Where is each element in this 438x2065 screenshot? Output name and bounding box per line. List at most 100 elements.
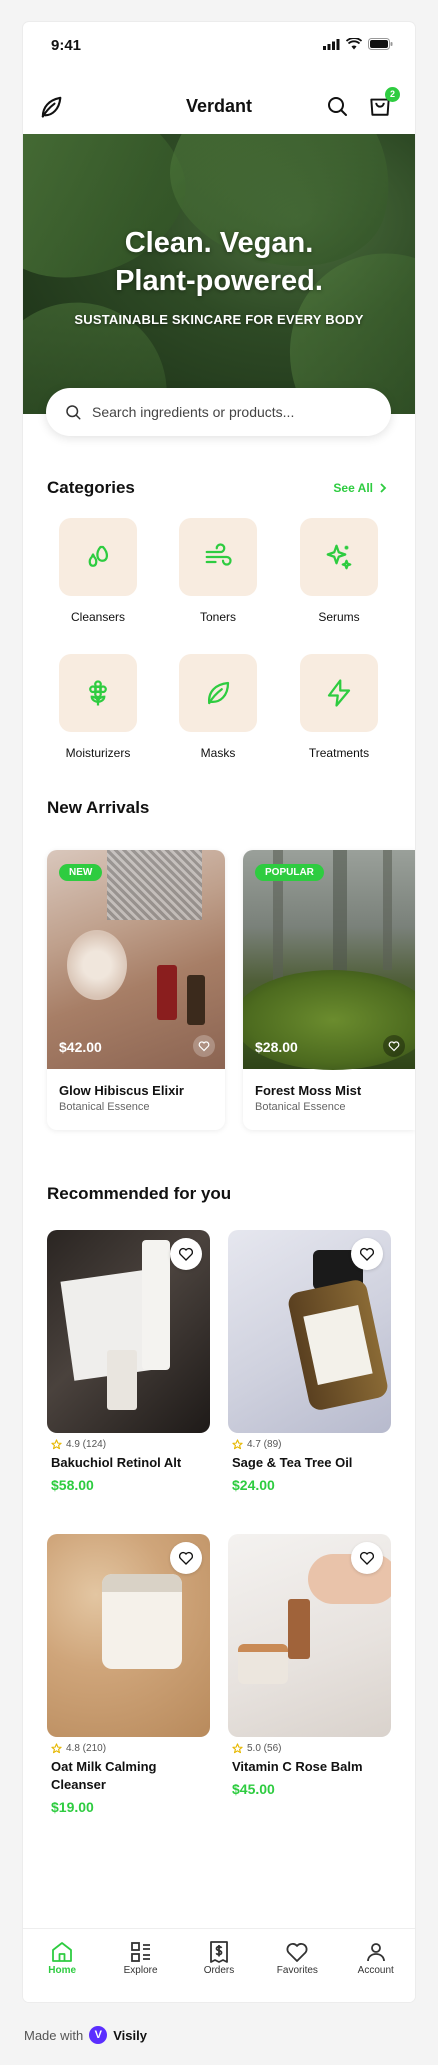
category-cleansers[interactable]: Cleansers	[48, 518, 148, 624]
category-tile	[59, 518, 137, 596]
home-icon	[52, 1942, 73, 1962]
made-with-footer[interactable]: Made with V Visily	[24, 2026, 147, 2044]
product-name: Forest Moss Mist	[255, 1083, 362, 1098]
receipt-icon	[210, 1941, 228, 1963]
product-price: $42.00	[59, 1039, 102, 1055]
status-bar: 9:41	[23, 22, 415, 68]
bottom-tab-bar: Home Explore Orders Favorites Account	[23, 1928, 415, 2002]
category-label: Moisturizers	[65, 746, 131, 760]
category-tile	[179, 518, 257, 596]
wifi-icon	[346, 38, 362, 50]
search-bar[interactable]	[46, 388, 391, 436]
search-icon[interactable]	[325, 94, 349, 123]
phone-screen: 9:41 Verdant 2 Clean. Vegan. Plant-power…	[23, 22, 415, 2002]
heart-icon	[198, 1041, 210, 1052]
new-badge: NEW	[59, 864, 103, 881]
category-tile	[300, 518, 378, 596]
product-price: $24.00	[232, 1477, 275, 1493]
heart-icon	[359, 1551, 375, 1565]
favorite-button[interactable]	[351, 1238, 383, 1270]
category-masks[interactable]: Masks	[168, 654, 268, 760]
app-title: Verdant	[185, 96, 253, 116]
flower-icon	[89, 680, 107, 706]
category-tile	[300, 654, 378, 732]
category-label: Toners	[199, 610, 237, 624]
popular-badge: POPULAR	[255, 864, 324, 881]
status-time: 9:41	[51, 37, 82, 54]
tab-explore[interactable]: Explore	[106, 1939, 176, 2002]
product-brand: Botanical Essence	[255, 1101, 346, 1113]
recommended-title: Recommended for you	[47, 1184, 232, 1203]
category-moisturizers[interactable]: Moisturizers	[48, 654, 148, 760]
wind-icon	[205, 543, 232, 566]
product-image: POPULAR $28.00	[243, 850, 415, 1070]
product-name: Glow Hibiscus Elixir	[59, 1083, 184, 1098]
app-header: Verdant 2	[23, 82, 415, 132]
see-all-label: See All	[333, 481, 373, 495]
favorite-button[interactable]	[193, 1035, 215, 1057]
tab-label: Orders	[203, 1965, 235, 1976]
tab-label: Explore	[123, 1965, 158, 1976]
star-icon	[51, 1439, 62, 1450]
cart-count-badge: 2	[385, 87, 400, 102]
product-image	[228, 1534, 391, 1737]
leaf-icon	[208, 681, 230, 705]
product-price: $19.00	[51, 1799, 94, 1815]
see-all-link[interactable]: See All	[333, 481, 387, 495]
product-image	[47, 1230, 210, 1433]
recommended-card[interactable]: 4.9 (124) Bakuchiol Retinol Alt $58.00	[47, 1230, 210, 1493]
tab-orders[interactable]: Orders	[184, 1939, 254, 2002]
favorite-button[interactable]	[351, 1542, 383, 1574]
chevron-right-icon	[380, 483, 387, 493]
product-rating: 5.0 (56)	[228, 1743, 391, 1754]
recommended-card[interactable]: 5.0 (56) Vitamin C Rose Balm $45.00	[228, 1534, 391, 1797]
category-treatments[interactable]: Treatments	[289, 654, 389, 760]
category-label: Serums	[318, 610, 360, 624]
rating-value: 5.0 (56)	[247, 1743, 282, 1754]
recommended-card[interactable]: 4.8 (210) Oat Milk Calming Cleanser $19.…	[47, 1534, 210, 1815]
category-serums[interactable]: Serums	[289, 518, 389, 624]
tab-account[interactable]: Account	[341, 1939, 411, 2002]
tab-label: Home	[48, 1965, 77, 1976]
heart-icon	[359, 1247, 375, 1261]
recommended-card[interactable]: 4.7 (89) Sage & Tea Tree Oil $24.00	[228, 1230, 391, 1493]
star-icon	[232, 1439, 243, 1450]
tab-label: Favorites	[276, 1965, 318, 1976]
rating-value: 4.8 (210)	[66, 1743, 107, 1754]
favorite-button[interactable]	[383, 1035, 405, 1057]
product-name: Bakuchiol Retinol Alt	[51, 1455, 182, 1470]
product-image	[47, 1534, 210, 1737]
product-image	[228, 1230, 391, 1433]
cart-button[interactable]: 2	[367, 87, 400, 123]
category-tile	[59, 654, 137, 732]
product-name: Vitamin C Rose Balm	[232, 1759, 363, 1774]
product-rating: 4.9 (124)	[47, 1439, 210, 1450]
made-with-text: Made with	[24, 2027, 84, 2043]
categories-title: Categories	[47, 478, 135, 497]
rating-value: 4.7 (89)	[247, 1439, 282, 1450]
product-card[interactable]: POPULAR $28.00 Forest Moss Mist Botanica…	[243, 850, 415, 1130]
tab-favorites[interactable]: Favorites	[262, 1939, 332, 2002]
tab-home[interactable]: Home	[27, 1939, 97, 2002]
search-input[interactable]	[92, 404, 362, 420]
product-name: Sage & Tea Tree Oil	[232, 1455, 353, 1470]
new-arrivals-title: New Arrivals	[47, 798, 150, 817]
product-rating: 4.8 (210)	[47, 1743, 210, 1754]
category-label: Masks	[200, 746, 236, 760]
category-toners[interactable]: Toners	[168, 518, 268, 624]
category-label: Treatments	[308, 746, 370, 760]
droplets-icon	[88, 545, 109, 567]
favorite-button[interactable]	[170, 1238, 202, 1270]
heart-icon	[286, 1943, 308, 1962]
hero-line-2: Plant-powered.	[115, 265, 323, 297]
status-icons	[323, 38, 393, 50]
favorite-button[interactable]	[170, 1542, 202, 1574]
hero-headline: Clean. Vegan. Plant-powered.	[23, 224, 415, 300]
zap-icon	[327, 679, 351, 707]
battery-icon	[368, 38, 393, 50]
explore-icon	[130, 1942, 150, 1962]
user-icon	[366, 1943, 385, 1962]
product-card[interactable]: NEW $42.00 Glow Hibiscus Elixir Botanica…	[47, 850, 225, 1130]
product-name: Oat Milk Calming Cleanser	[51, 1759, 157, 1792]
product-rating: 4.7 (89)	[228, 1439, 391, 1450]
